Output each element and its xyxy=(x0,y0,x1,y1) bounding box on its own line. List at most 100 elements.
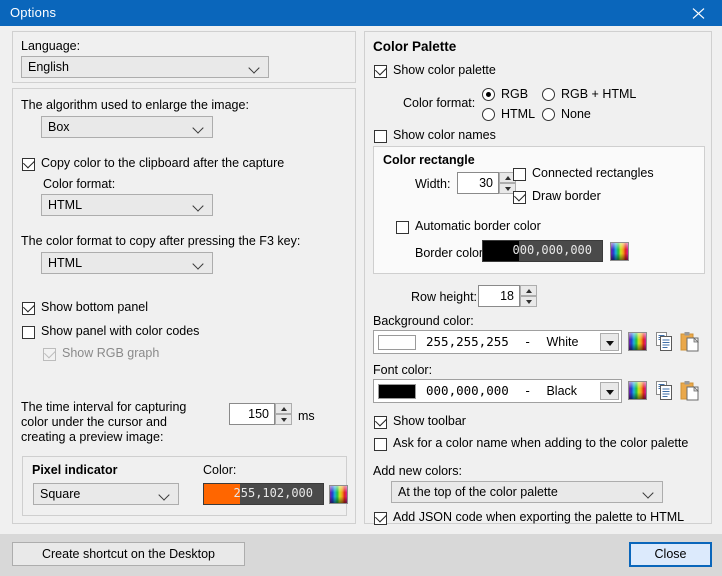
interval-stepper-down[interactable] xyxy=(275,414,292,425)
algorithm-value: Box xyxy=(48,120,70,134)
row-height-stepper-down[interactable] xyxy=(520,296,537,307)
font-color-swatch xyxy=(378,384,416,399)
algorithm-combo[interactable]: Box xyxy=(41,116,213,138)
language-label: Language: xyxy=(21,39,81,53)
language-combo[interactable]: English xyxy=(21,56,269,78)
copy-icon[interactable] xyxy=(654,331,675,352)
chevron-down-icon xyxy=(159,484,171,504)
options-dialog: Options Language: English The algorithm … xyxy=(0,0,722,576)
paste-icon[interactable] xyxy=(679,380,700,401)
pixel-indicator-color-field[interactable]: 255,102,000 xyxy=(203,483,324,505)
add-new-colors-combo[interactable]: At the top of the color palette xyxy=(391,481,663,503)
show-color-codes-panel-checkbox[interactable] xyxy=(22,326,35,339)
show-toolbar-checkbox[interactable] xyxy=(374,414,388,429)
radio-html-label: HTML xyxy=(501,107,536,121)
border-color-field[interactable]: 000,000,000 xyxy=(482,240,603,262)
create-shortcut-button[interactable]: Create shortcut on the Desktop xyxy=(12,542,245,566)
automatic-border-color-label: Automatic border color xyxy=(415,219,541,233)
pixel-indicator-shape-value: Square xyxy=(40,487,81,501)
color-rectangle-title: Color rectangle xyxy=(383,153,475,167)
show-rgb-graph-checkbox xyxy=(43,346,57,361)
interval-stepper[interactable] xyxy=(275,403,292,425)
pixel-indicator-title: Pixel indicator xyxy=(32,463,118,477)
pixel-indicator-group: Pixel indicator Square Color: 255,102,00… xyxy=(22,456,348,516)
show-bottom-panel-checkbox[interactable] xyxy=(22,300,36,315)
add-new-colors-label: Add new colors: xyxy=(373,464,462,478)
title-bar: Options xyxy=(0,0,722,26)
show-color-palette-label: Show color palette xyxy=(393,63,496,77)
f3-format-combo[interactable]: HTML xyxy=(41,252,213,274)
rect-width-input[interactable]: 30 xyxy=(457,172,499,194)
radio-none-label: None xyxy=(561,107,591,121)
font-color-label: Font color: xyxy=(373,363,433,377)
chevron-down-icon xyxy=(193,195,205,215)
pixel-indicator-color-value: 255,102,000 xyxy=(233,486,313,500)
copy-color-format-label: Color format: xyxy=(43,177,116,191)
background-color-label: Background color: xyxy=(373,314,474,328)
show-color-codes-panel-label: Show panel with color codes xyxy=(41,324,200,338)
font-color-dropdown-button[interactable] xyxy=(600,382,619,400)
copy-color-format-combo[interactable]: HTML xyxy=(41,194,213,216)
ask-color-name-checkbox[interactable] xyxy=(374,438,387,451)
copy-icon[interactable] xyxy=(654,380,675,401)
draw-border-label: Draw border xyxy=(532,189,601,203)
color-format-label: Color format: xyxy=(403,96,476,110)
font-color-combo[interactable]: 000,000,000 - Black xyxy=(373,379,622,403)
row-height-label: Row height: xyxy=(411,290,478,304)
copy-color-label: Copy color to the clipboard after the ca… xyxy=(41,156,285,170)
copy-color-checkbox[interactable] xyxy=(22,156,36,171)
pixel-indicator-color-label: Color: xyxy=(203,463,237,477)
rainbow-picker-icon[interactable] xyxy=(628,381,647,400)
pixel-indicator-shape-combo[interactable]: Square xyxy=(33,483,179,505)
show-toolbar-label: Show toolbar xyxy=(393,414,466,428)
row-height-stepper[interactable] xyxy=(520,285,537,307)
language-group: Language: English xyxy=(12,31,356,83)
background-color-combo[interactable]: 255,255,255 - White xyxy=(373,330,622,354)
f3-format-label: The color format to copy after pressing … xyxy=(21,234,301,248)
color-palette-title: Color Palette xyxy=(373,39,457,54)
add-json-checkbox[interactable] xyxy=(374,510,388,525)
capture-settings-group: The algorithm used to enlarge the image:… xyxy=(12,88,356,524)
connected-rectangles-label: Connected rectangles xyxy=(532,166,654,180)
window-title: Options xyxy=(10,5,57,20)
radio-none[interactable] xyxy=(542,108,555,121)
border-color-label: Border color: xyxy=(415,246,487,260)
interval-label-line3: creating a preview image: xyxy=(21,430,164,444)
f3-format-value: HTML xyxy=(48,256,83,270)
rainbow-picker-icon[interactable] xyxy=(610,242,629,261)
close-icon xyxy=(692,8,705,19)
chevron-down-icon xyxy=(193,117,205,137)
color-rectangle-group: Color rectangle Width: 30 Connected rect… xyxy=(373,146,705,274)
close-window-button[interactable] xyxy=(676,0,722,26)
draw-border-checkbox[interactable] xyxy=(513,189,527,204)
radio-rgb-html[interactable] xyxy=(542,88,555,101)
interval-input[interactable]: 150 xyxy=(229,403,275,425)
connected-rectangles-checkbox[interactable] xyxy=(513,168,526,181)
rainbow-picker-icon[interactable] xyxy=(329,485,348,504)
close-button[interactable]: Close xyxy=(629,542,712,567)
row-height-stepper-up[interactable] xyxy=(520,285,537,296)
font-color-text: 000,000,000 - Black xyxy=(426,383,578,398)
interval-label-line2: color under the cursor and xyxy=(21,415,167,429)
interval-label-line1: The time interval for capturing xyxy=(21,400,187,414)
interval-stepper-up[interactable] xyxy=(275,403,292,414)
show-color-palette-checkbox[interactable] xyxy=(374,63,388,78)
rainbow-picker-icon[interactable] xyxy=(628,332,647,351)
chevron-down-icon xyxy=(193,253,205,273)
color-palette-group: Color Palette Show color palette Color f… xyxy=(364,31,712,525)
language-value: English xyxy=(28,60,69,74)
copy-color-format-value: HTML xyxy=(48,198,83,212)
radio-rgb[interactable] xyxy=(482,88,495,101)
interval-unit-label: ms xyxy=(298,409,315,423)
automatic-border-color-checkbox[interactable] xyxy=(396,221,409,234)
background-color-dropdown-button[interactable] xyxy=(600,333,619,351)
rect-width-label: Width: xyxy=(415,177,451,191)
ask-color-name-label: Ask for a color name when adding to the … xyxy=(393,436,689,450)
paste-icon[interactable] xyxy=(679,331,700,352)
radio-html[interactable] xyxy=(482,108,495,121)
add-json-label: Add JSON code when exporting the palette… xyxy=(393,510,685,524)
radio-rgb-label: RGB xyxy=(501,87,529,101)
row-height-input[interactable]: 18 xyxy=(478,285,520,307)
show-color-names-checkbox[interactable] xyxy=(374,130,387,143)
algorithm-label: The algorithm used to enlarge the image: xyxy=(21,98,249,112)
